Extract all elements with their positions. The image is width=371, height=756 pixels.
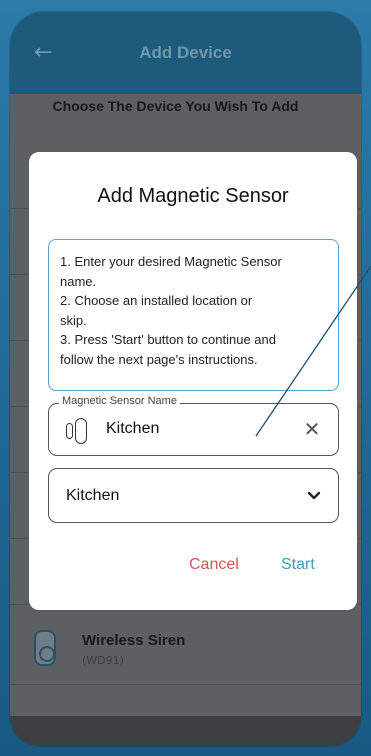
siren-icon xyxy=(34,630,56,666)
cancel-button[interactable]: Cancel xyxy=(189,556,239,574)
instruction-line: name. xyxy=(60,273,97,289)
bottom-bar xyxy=(10,716,361,746)
add-sensor-dialog: Add Magnetic Sensor 1. Enter your desire… xyxy=(29,152,357,610)
instruction-line: 1. Enter your desired Magnetic Sensor xyxy=(60,254,282,269)
close-icon[interactable]: ✕ xyxy=(300,417,324,441)
instruction-line: skip. xyxy=(60,312,87,328)
location-select[interactable]: Kitchen xyxy=(48,468,339,523)
device-name: Wireless Siren xyxy=(82,632,186,649)
divider xyxy=(10,684,361,685)
instruction-line: 2. Choose an installed location or xyxy=(60,293,253,308)
dialog-title: Add Magnetic Sensor xyxy=(97,185,289,207)
instruction-line: 3. Press 'Start' button to continue and xyxy=(60,332,276,347)
sensor-name-input[interactable]: Kitchen xyxy=(106,420,159,438)
chevron-down-icon xyxy=(307,491,321,500)
app-bar: ← Add Device xyxy=(10,12,361,94)
instructions-box: 1. Enter your desired Magnetic Sensor na… xyxy=(48,239,339,391)
start-button[interactable]: Start xyxy=(281,556,315,574)
instruction-line: follow the next page's instructions. xyxy=(60,351,258,367)
device-model: (WD91) xyxy=(82,654,124,667)
sensor-name-label: Magnetic Sensor Name xyxy=(59,395,180,407)
magnetic-sensor-icon xyxy=(66,418,90,444)
sensor-name-field[interactable]: Magnetic Sensor Name Kitchen ✕ xyxy=(48,395,339,456)
list-item-wireless-siren[interactable]: Wireless Siren (WD91) xyxy=(10,618,361,684)
location-selected-value: Kitchen xyxy=(66,487,120,504)
page-title: Add Device xyxy=(139,43,232,62)
list-heading: Choose The Device You Wish To Add xyxy=(52,98,299,114)
